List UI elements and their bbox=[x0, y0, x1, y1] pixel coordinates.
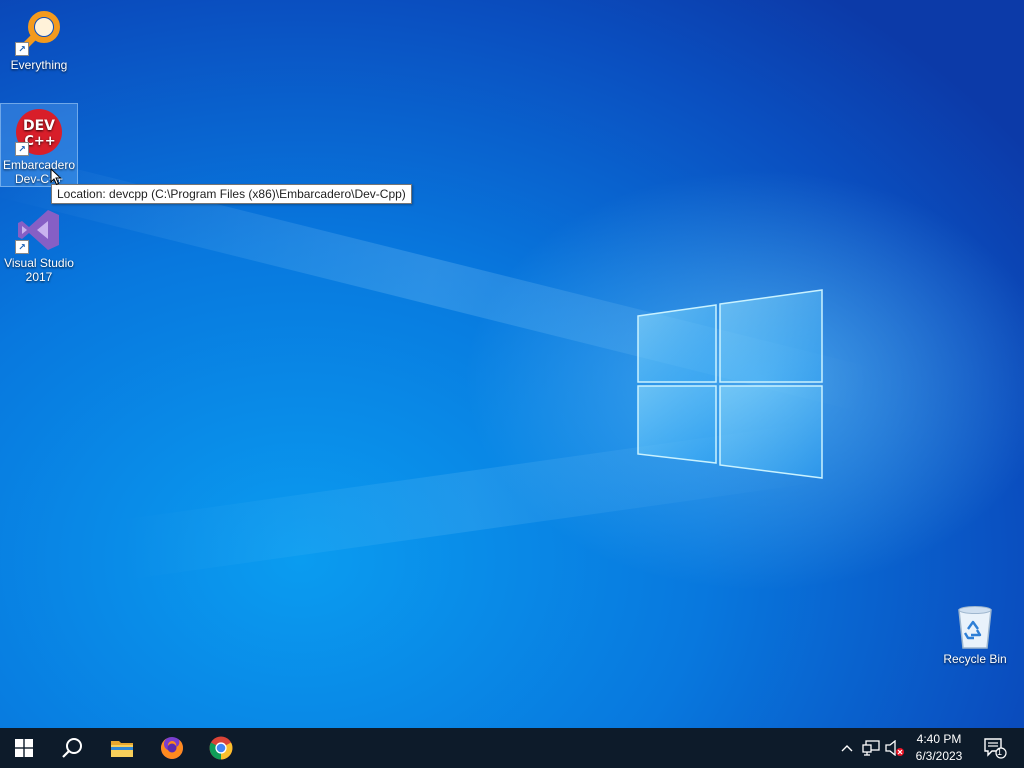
magnifier-orange-icon: ↗ bbox=[15, 8, 63, 56]
desktop-icon-devcpp[interactable]: DEV C++ ↗ Embarcadero Dev-C++ bbox=[0, 103, 78, 187]
windows-start-icon bbox=[15, 739, 33, 757]
mouse-pointer-icon bbox=[50, 168, 62, 186]
shortcut-arrow-icon: ↗ bbox=[15, 142, 29, 156]
clock-date: 6/3/2023 bbox=[915, 749, 963, 763]
windows-logo-wallpaper bbox=[637, 289, 823, 479]
devcpp-icon: DEV C++ ↗ bbox=[15, 108, 63, 156]
taskbar-file-explorer[interactable] bbox=[98, 728, 146, 768]
volume-muted-icon bbox=[885, 740, 904, 756]
devcpp-badge-top: DEV bbox=[23, 118, 55, 134]
desktop-icon-visual-studio[interactable]: ↗ Visual Studio 2017 bbox=[1, 202, 77, 284]
network-icon bbox=[862, 740, 880, 756]
chevron-up-icon bbox=[841, 745, 853, 752]
start-button[interactable] bbox=[0, 728, 48, 768]
firefox-icon bbox=[161, 737, 183, 759]
desktop[interactable]: ↗ Everything DEV C++ ↗ Embarcadero Dev-C… bbox=[0, 0, 1024, 728]
desktop-icon-label: Everything bbox=[10, 58, 68, 72]
visual-studio-icon: ↗ bbox=[15, 206, 63, 254]
desktop-icon-recycle-bin[interactable]: Recycle Bin bbox=[937, 598, 1013, 666]
notification-count-badge: 1 bbox=[997, 747, 1003, 757]
tray-network[interactable] bbox=[860, 728, 882, 768]
recycle-bin-icon bbox=[951, 602, 999, 650]
tray-volume[interactable] bbox=[884, 728, 906, 768]
clock-time: 4:40 PM bbox=[916, 732, 962, 746]
devcpp-badge-bottom: C++ bbox=[24, 134, 55, 149]
desktop-icon-everything[interactable]: ↗ Everything bbox=[1, 4, 77, 72]
taskbar: 4:40 PM 6/3/2023 1 bbox=[0, 728, 1024, 768]
shortcut-arrow-icon: ↗ bbox=[15, 240, 29, 254]
desktop-icon-label: Recycle Bin bbox=[943, 652, 1007, 666]
taskbar-firefox[interactable] bbox=[148, 728, 196, 768]
notification-icon bbox=[984, 738, 1007, 759]
folder-icon bbox=[111, 741, 133, 757]
chrome-icon bbox=[209, 736, 233, 760]
search-button[interactable] bbox=[48, 728, 96, 768]
shortcut-arrow-icon: ↗ bbox=[15, 42, 29, 56]
search-icon bbox=[62, 738, 82, 758]
taskbar-clock[interactable]: 4:40 PM 6/3/2023 bbox=[908, 731, 970, 765]
desktop-icon-label-line2: 2017 bbox=[25, 270, 53, 284]
desktop-icon-label-line1: Embarcadero bbox=[2, 158, 76, 172]
taskbar-chrome[interactable] bbox=[197, 728, 245, 768]
tray-overflow-chevron[interactable] bbox=[838, 728, 856, 768]
shortcut-location-tooltip: Location: devcpp (C:\Program Files (x86)… bbox=[51, 184, 412, 204]
action-center-button[interactable]: 1 bbox=[978, 728, 1012, 768]
desktop-icon-label-line1: Visual Studio bbox=[4, 256, 74, 270]
